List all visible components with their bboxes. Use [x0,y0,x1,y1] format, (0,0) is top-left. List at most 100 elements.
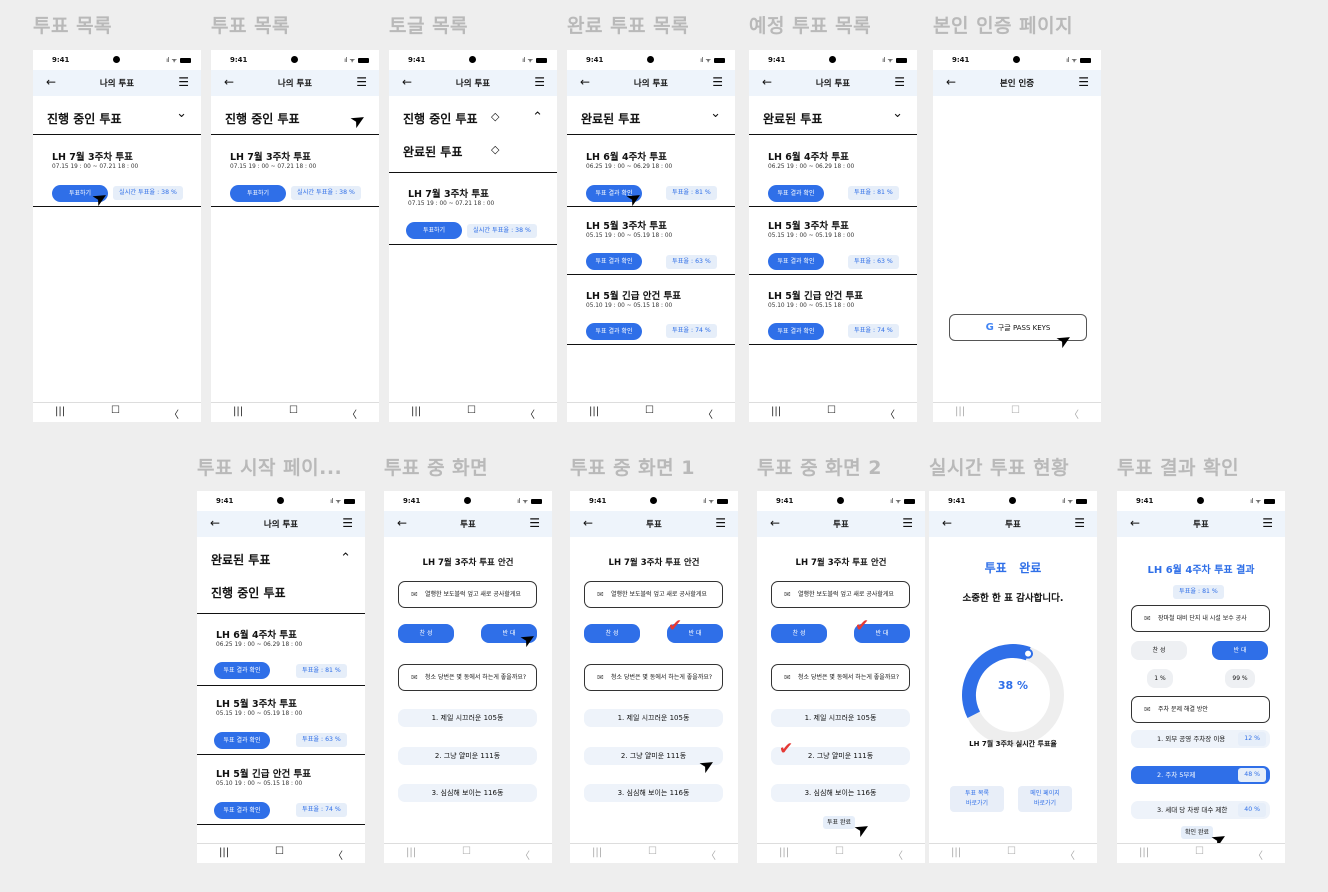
menu-icon[interactable]: ☰ [1262,516,1273,530]
agree-button[interactable]: 찬 성 [771,624,827,643]
nav-back-icon[interactable]: 〈 [525,406,535,421]
result-button[interactable]: 투표 결과 확인 [214,732,270,749]
menu-icon[interactable]: ☰ [712,75,723,89]
menu-icon[interactable]: ☰ [715,516,726,530]
chevron-up-icon[interactable]: ⌃ [532,110,543,125]
rate-badge: 투표율 : 81 % [666,186,717,200]
menu-icon[interactable]: ☰ [902,516,913,530]
option-3[interactable]: 3. 심심해 보이는 116동 [771,784,910,802]
agenda-title: LH 7월 3주차 투표 안건 [422,558,514,568]
agree-button[interactable]: 찬 성 [398,624,454,643]
toggle-item-completed[interactable]: 완료된 투표 [403,143,462,160]
nav-back-icon[interactable]: 〈 [1069,406,1079,421]
home-icon[interactable]: ☐ [1195,846,1204,857]
agree-button[interactable]: 찬 성 [584,624,640,643]
recent-apps-icon[interactable]: ||| [219,847,229,858]
home-icon[interactable]: ☐ [1007,846,1016,857]
menu-icon[interactable]: ☰ [356,75,367,89]
recent-apps-icon[interactable]: ||| [411,406,421,417]
option-3[interactable]: 3. 심심해 보이는 116동 [398,784,537,802]
question-text: 청소 당번은 몇 동에서 하는게 좋을까요? [798,674,900,681]
menu-icon[interactable]: ☰ [894,75,905,89]
screen-label: 예정 투표 목록 [749,15,872,37]
result-button[interactable]: 투표 결과 확인 [214,662,270,679]
result-button[interactable]: 투표 결과 확인 [586,253,642,270]
battery-icon [896,58,907,63]
toggle-item-in-progress[interactable]: 진행 중인 투표 [211,584,286,601]
nav-back-icon[interactable]: 〈 [893,847,903,862]
recent-apps-icon[interactable]: ||| [55,406,65,417]
recent-apps-icon[interactable]: ||| [406,847,416,858]
menu-icon[interactable]: ☰ [534,75,545,89]
result-button[interactable]: 투표 결과 확인 [586,323,642,340]
check-icon: ✔ [668,616,683,636]
option-3[interactable]: 3. 심심해 보이는 116동 [584,784,723,802]
recent-apps-icon[interactable]: ||| [779,847,789,858]
menu-icon[interactable]: ☰ [1074,516,1085,530]
result-button[interactable]: 투표 결과 확인 [768,323,824,340]
nav-back-icon[interactable]: 〈 [1065,847,1075,862]
clock: 9:41 [768,56,786,64]
header: ← 투표 ☰ [384,511,552,537]
chevron-down-icon[interactable]: ⌄ [176,106,187,121]
home-icon[interactable]: ☐ [827,405,836,416]
menu-icon[interactable]: ☰ [342,516,353,530]
toggle-item-in-progress[interactable]: 진행 중인 투표 [403,110,478,127]
home-icon[interactable]: ☐ [275,846,284,857]
recent-apps-icon[interactable]: ||| [233,406,243,417]
option-1[interactable]: 1. 제일 시끄러운 105동 [771,709,910,727]
vote-button[interactable]: 투표하기 [406,222,462,239]
nav-back-icon[interactable]: 〈 [347,406,357,421]
divider [567,134,735,135]
recent-apps-icon[interactable]: ||| [951,847,961,858]
home-icon[interactable]: ☐ [467,405,476,416]
chevron-down-icon[interactable]: ⌄ [892,106,903,121]
option-1[interactable]: 1. 제일 시끄러운 105동 [584,709,723,727]
result-button[interactable]: 투표 결과 확인 [214,802,270,819]
option-1[interactable]: 1. 제일 시끄러운 105동 [398,709,537,727]
option-2[interactable]: 2. 그냥 얄미운 111동 [398,747,537,765]
nav-back-icon[interactable]: 〈 [169,406,179,421]
menu-icon[interactable]: ☰ [529,516,540,530]
main-page-link-button[interactable]: 메인 페이지 바로가기 [1018,786,1072,812]
chevron-down-icon[interactable]: ⌄ [710,106,721,121]
nav-back-icon[interactable]: 〈 [333,847,343,862]
toggle-item-completed[interactable]: 완료된 투표 [211,551,270,568]
screen-label: 토글 목록 [389,15,469,37]
question-text: 장마철 대비 단지 내 시설 보수 공사 [1158,615,1247,622]
recent-apps-icon[interactable]: ||| [1139,847,1149,858]
nav-back-icon[interactable]: 〈 [706,847,716,862]
nav-back-icon[interactable]: 〈 [703,406,713,421]
result-button[interactable]: 투표 결과 확인 [768,253,824,270]
menu-icon[interactable]: ☰ [178,75,189,89]
vote-list-link-button[interactable]: 투표 목록 바로가기 [950,786,1004,812]
chevron-up-icon[interactable]: ⌃ [340,551,351,566]
vote-complete-button[interactable]: 투표 완료 [823,816,855,829]
nav-back-icon[interactable]: 〈 [1253,847,1263,862]
nav-back-icon[interactable]: 〈 [520,847,530,862]
home-icon[interactable]: ☐ [1011,405,1020,416]
home-icon[interactable]: ☐ [648,846,657,857]
divider [33,134,201,135]
home-icon[interactable]: ☐ [835,846,844,857]
recent-apps-icon[interactable]: ||| [955,406,965,417]
home-icon[interactable]: ☐ [645,405,654,416]
android-nav-bar: ||| ☐ 〈 [933,402,1101,422]
header-title: 나의 투표 [633,79,669,89]
clock: 9:41 [52,56,70,64]
home-icon[interactable]: ☐ [289,405,298,416]
android-nav-bar: ||| ☐ 〈 [1117,843,1285,863]
home-icon[interactable]: ☐ [462,846,471,857]
vote-button[interactable]: 투표하기 [230,185,286,202]
menu-icon[interactable]: ☰ [1078,75,1089,89]
vote-date: 06.25 19 : 00 ~ 06.29 18 : 00 [768,164,855,170]
realtime-rate-badge: 실시간 투표율 : 38 % [291,186,361,200]
recent-apps-icon[interactable]: ||| [592,847,602,858]
recent-apps-icon[interactable]: ||| [771,406,781,417]
question-text: 청소 당번은 몇 동에서 하는게 좋을까요? [611,674,713,681]
question-box: ✉ 열행한 보도블럭 엎고 새로 공사할게요 [584,581,723,608]
result-button[interactable]: 투표 결과 확인 [768,185,824,202]
recent-apps-icon[interactable]: ||| [589,406,599,417]
nav-back-icon[interactable]: 〈 [885,406,895,421]
home-icon[interactable]: ☐ [111,405,120,416]
